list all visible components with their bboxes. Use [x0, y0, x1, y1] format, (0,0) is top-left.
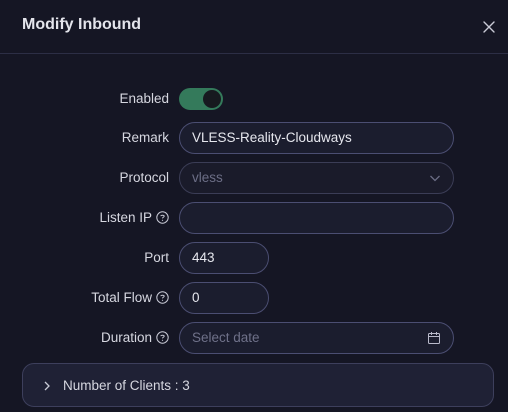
- enabled-row: Enabled: [0, 83, 508, 115]
- enabled-toggle[interactable]: [179, 88, 223, 110]
- port-input[interactable]: 443: [179, 242, 269, 274]
- clients-count-label: Number of Clients : 3: [63, 378, 190, 393]
- protocol-row: Protocol vless: [0, 162, 508, 194]
- question-circle-icon[interactable]: [156, 331, 169, 344]
- listen-ip-label: Listen IP: [99, 210, 169, 225]
- modify-inbound-dialog: Modify Inbound Enabled Remark VLESS-Real…: [0, 0, 508, 412]
- port-row: Port 443: [0, 242, 508, 274]
- enabled-label: Enabled: [119, 91, 169, 106]
- duration-label: Duration: [101, 330, 169, 345]
- listen-ip-row: Listen IP: [0, 202, 508, 234]
- total-flow-row: Total Flow 0: [0, 282, 508, 314]
- listen-ip-input[interactable]: [179, 202, 454, 234]
- duration-placeholder: Select date: [192, 330, 260, 345]
- duration-row: Duration Select date: [0, 322, 508, 354]
- total-flow-input[interactable]: 0: [179, 282, 269, 314]
- question-circle-icon[interactable]: [156, 291, 169, 304]
- protocol-selected-value: vless: [192, 170, 223, 185]
- dialog-title: Modify Inbound: [22, 16, 142, 33]
- calendar-icon[interactable]: [427, 331, 441, 345]
- chevron-right-icon: [44, 381, 50, 391]
- toggle-knob: [203, 90, 221, 108]
- protocol-label: Protocol: [119, 170, 169, 185]
- close-icon[interactable]: [479, 17, 499, 37]
- remark-row: Remark VLESS-Reality-Cloudways: [0, 122, 508, 154]
- port-label: Port: [144, 250, 169, 265]
- dialog-header: Modify Inbound: [0, 0, 508, 54]
- remark-label: Remark: [121, 130, 169, 145]
- total-flow-label: Total Flow: [91, 290, 169, 305]
- protocol-select[interactable]: vless: [179, 162, 454, 194]
- question-circle-icon[interactable]: [156, 211, 169, 224]
- duration-date-picker[interactable]: Select date: [179, 322, 454, 354]
- clients-collapse-panel[interactable]: Number of Clients : 3: [22, 363, 494, 407]
- chevron-down-icon: [430, 175, 440, 182]
- remark-input[interactable]: VLESS-Reality-Cloudways: [179, 122, 454, 154]
